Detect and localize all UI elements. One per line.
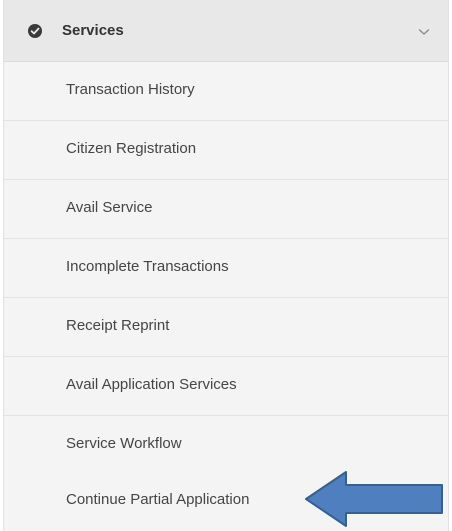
menu-item-citizen-registration[interactable]: Citizen Registration [4, 121, 448, 180]
menu-item-label: Receipt Reprint [66, 317, 170, 334]
menu-item-label: Citizen Registration [66, 140, 197, 157]
menu-item-incomplete-transactions[interactable]: Incomplete Transactions [4, 239, 448, 298]
services-menu-label: Services [62, 22, 124, 39]
services-sidebar-menu: Services Transaction History Citizen Reg… [3, 0, 449, 531]
menu-item-label: Service Workflow [66, 435, 182, 452]
left-arrow-icon [305, 471, 443, 527]
menu-item-avail-application-services[interactable]: Avail Application Services [4, 357, 448, 416]
menu-item-label: Avail Application Services [66, 376, 237, 393]
menu-item-label: Transaction History [66, 81, 195, 98]
menu-item-receipt-reprint[interactable]: Receipt Reprint [4, 298, 448, 357]
check-circle-icon [28, 24, 42, 38]
menu-item-transaction-history[interactable]: Transaction History [4, 62, 448, 121]
menu-item-service-workflow[interactable]: Service Workflow [4, 416, 448, 475]
menu-item-label: Continue Partial Application [66, 491, 250, 508]
chevron-down-icon[interactable] [418, 28, 430, 36]
menu-item-label: Avail Service [66, 199, 153, 216]
menu-item-avail-service[interactable]: Avail Service [4, 180, 448, 239]
menu-item-label: Incomplete Transactions [66, 258, 229, 275]
services-menu-header[interactable]: Services [4, 0, 448, 62]
